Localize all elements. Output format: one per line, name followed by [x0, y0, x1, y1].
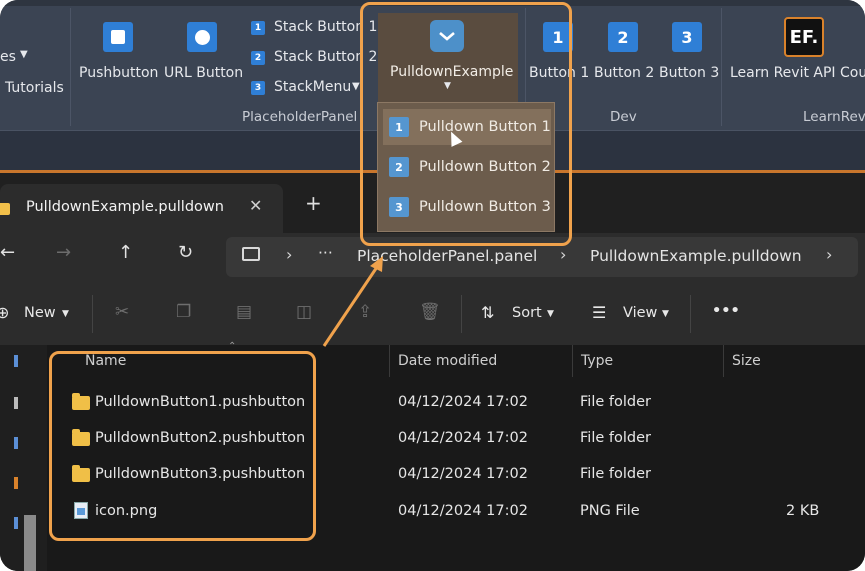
screenshot-frame: es ▼ Tutorials Pushbutton URL Button 1 S…	[0, 0, 865, 571]
annotation-arrow	[322, 256, 383, 347]
